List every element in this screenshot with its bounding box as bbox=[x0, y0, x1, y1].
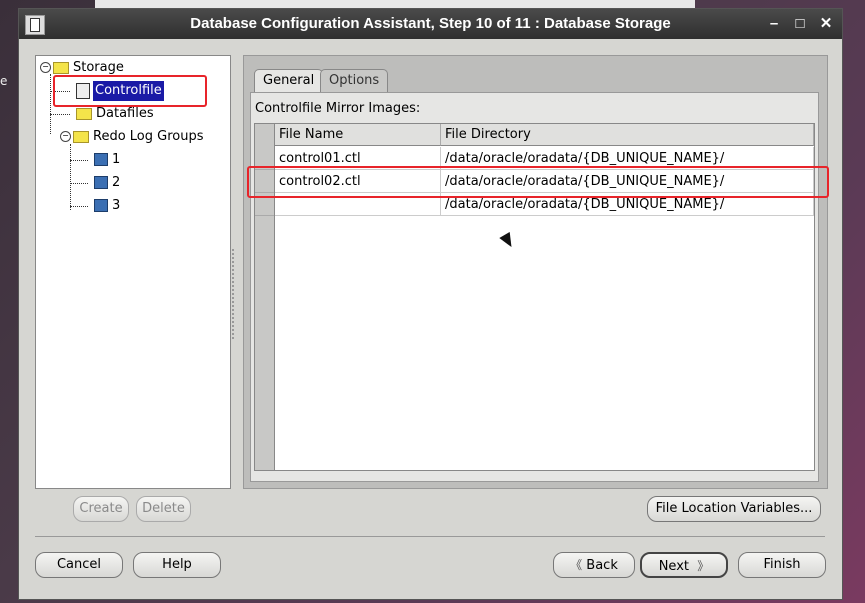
tree-item-group-3[interactable]: 3 bbox=[94, 196, 122, 216]
redo-group-icon bbox=[94, 176, 108, 189]
divider bbox=[35, 536, 825, 537]
storage-tree: − Storage Controlfile Datafiles − Redo Log… bbox=[35, 55, 231, 489]
finish-button[interactable]: Finish bbox=[738, 552, 826, 578]
collapse-icon[interactable]: − bbox=[40, 62, 51, 73]
redo-group-icon bbox=[94, 199, 108, 212]
desktop-strip bbox=[95, 0, 695, 8]
tree-label: 1 bbox=[112, 152, 121, 167]
create-button[interactable]: Create bbox=[73, 496, 129, 522]
tree-item-redo-log-groups[interactable]: − Redo Log Groups bbox=[60, 127, 206, 147]
file-location-variables-button[interactable]: File Location Variables... bbox=[647, 496, 821, 522]
tree-label: 2 bbox=[112, 175, 121, 190]
section-label: Controlfile Mirror Images: bbox=[255, 101, 421, 116]
close-icon[interactable]: ✕ bbox=[816, 14, 836, 34]
tree-item-group-1[interactable]: 1 bbox=[94, 150, 122, 170]
folder-icon bbox=[76, 107, 92, 120]
minimize-icon[interactable]: – bbox=[764, 14, 784, 34]
column-header-file-directory[interactable]: File Directory bbox=[441, 124, 814, 146]
tree-label: 3 bbox=[112, 198, 121, 213]
redo-group-icon bbox=[94, 153, 108, 166]
folder-icon bbox=[73, 130, 89, 143]
back-button[interactable]: 《 Back bbox=[553, 552, 635, 578]
desktop-text: e bbox=[0, 74, 8, 88]
folder-icon bbox=[53, 61, 69, 74]
window-title: Database Configuration Assistant, Step 1… bbox=[190, 15, 671, 32]
tab-general[interactable]: General bbox=[254, 69, 324, 92]
next-button[interactable]: Next 》 bbox=[640, 552, 728, 578]
panel-splitter[interactable] bbox=[232, 249, 238, 339]
collapse-icon[interactable]: − bbox=[60, 131, 71, 142]
next-label: Next bbox=[658, 559, 689, 574]
column-header-file-name[interactable]: File Name bbox=[275, 124, 441, 146]
chevron-left-icon: 《 bbox=[570, 558, 583, 572]
tab-content: Controlfile Mirror Images: File Name Fil… bbox=[250, 92, 819, 482]
tree-label: Datafiles bbox=[96, 106, 154, 121]
tree-item-datafiles[interactable]: Datafiles bbox=[76, 104, 156, 124]
highlight-box-controlfile bbox=[53, 75, 207, 107]
tree-label: Redo Log Groups bbox=[93, 129, 204, 144]
title-bar[interactable]: Database Configuration Assistant, Step 1… bbox=[19, 9, 842, 39]
help-button[interactable]: Help bbox=[133, 552, 221, 578]
delete-button[interactable]: Delete bbox=[136, 496, 191, 522]
cancel-button[interactable]: Cancel bbox=[35, 552, 123, 578]
chevron-right-icon: 》 bbox=[697, 559, 710, 573]
highlight-box-control02 bbox=[247, 166, 829, 198]
maximize-icon[interactable]: □ bbox=[790, 14, 810, 34]
tree-item-group-2[interactable]: 2 bbox=[94, 173, 122, 193]
tab-options[interactable]: Options bbox=[320, 69, 389, 92]
details-panel: General Options Controlfile Mirror Image… bbox=[243, 55, 828, 489]
back-label: Back bbox=[586, 558, 618, 573]
